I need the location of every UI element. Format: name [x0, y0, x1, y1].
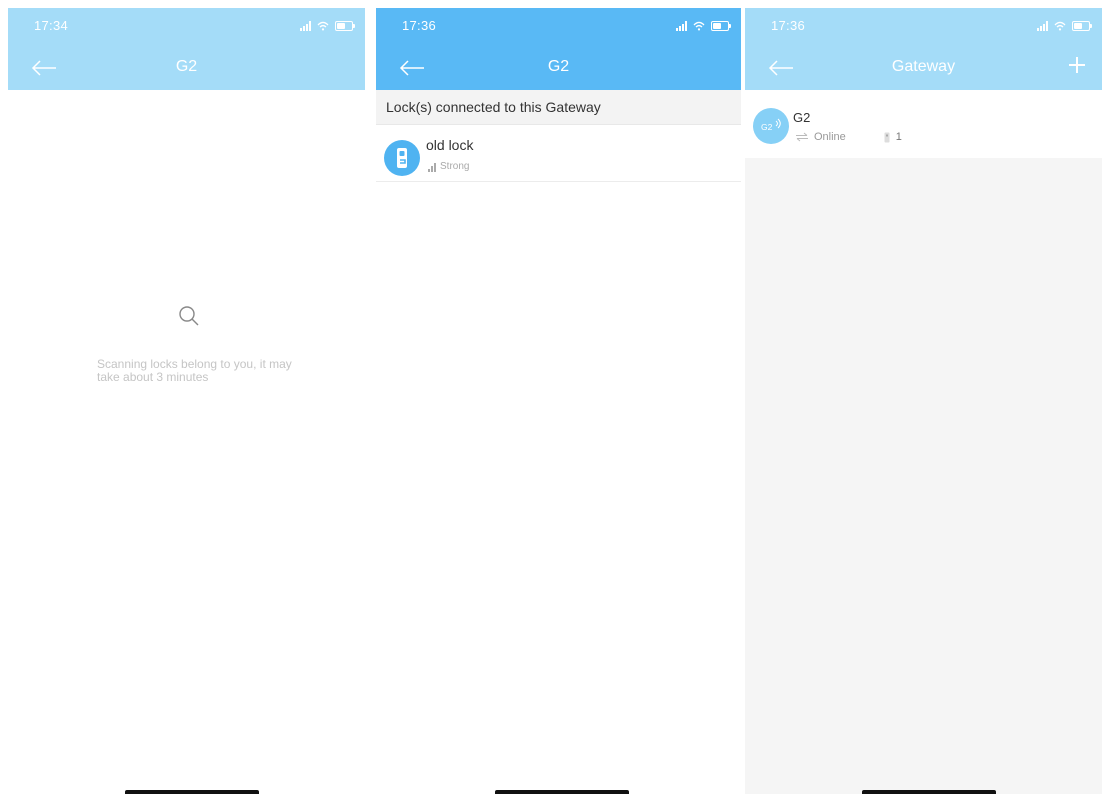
nav-bar: G2	[376, 44, 741, 90]
section-header: Lock(s) connected to this Gateway	[376, 90, 741, 125]
gateway-badge: G2	[761, 122, 773, 132]
screen-gateway-locks: 17:36 G2 Lock(s) connected to this Gatew…	[376, 8, 741, 794]
cell-signal-icon	[300, 21, 311, 31]
home-indicator	[495, 790, 629, 794]
status-time: 17:36	[771, 18, 806, 33]
lock-icon	[397, 148, 407, 168]
status-icons	[1037, 21, 1092, 31]
nav-bar: G2	[8, 44, 365, 90]
wifi-icon	[317, 21, 329, 31]
gateway-icon: G2	[753, 108, 789, 144]
plus-icon[interactable]	[1066, 54, 1088, 76]
signal-icon	[428, 163, 436, 172]
search-icon	[179, 306, 199, 326]
signal-strength: Strong	[440, 161, 470, 172]
status-time: 17:34	[34, 18, 69, 33]
gateway-meta: Online 1	[795, 131, 902, 143]
lock-name: old lock	[426, 137, 474, 153]
screen-gateway-list: 17:36 Gateway G2 G2 Online 1	[745, 8, 1102, 794]
lock-count-icon	[884, 132, 890, 142]
cell-signal-icon	[676, 21, 687, 31]
sync-icon	[796, 132, 808, 142]
battery-icon	[335, 21, 355, 31]
home-indicator	[125, 790, 259, 794]
lock-list-item[interactable]: old lock Strong	[376, 125, 741, 182]
nav-bar: Gateway	[745, 44, 1102, 90]
page-title: G2	[175, 58, 198, 75]
gateway-lock-count: 1	[895, 131, 902, 143]
page-title: Gateway	[891, 58, 956, 75]
status-bar: 17:36	[745, 8, 1102, 44]
status-bar: 17:36	[376, 8, 741, 44]
lock-avatar	[384, 140, 420, 176]
status-bar: 17:34	[8, 8, 365, 44]
status-icons	[676, 21, 731, 31]
status-time: 17:36	[402, 18, 437, 33]
cell-signal-icon	[1037, 21, 1048, 31]
gateway-list-item[interactable]: G2 G2 Online 1	[745, 90, 1102, 158]
wifi-icon	[1054, 21, 1066, 31]
wifi-icon	[693, 21, 705, 31]
gateway-name: G2	[793, 110, 811, 125]
battery-icon	[711, 21, 731, 31]
lock-signal: Strong	[428, 161, 469, 172]
scanning-message: Scanning locks belong to you, it may tak…	[97, 357, 292, 384]
status-icons	[300, 21, 355, 31]
gateway-status: Online	[814, 131, 846, 143]
battery-icon	[1072, 21, 1092, 31]
home-indicator	[862, 790, 996, 794]
screen-scanning: 17:34 G2 Scanning locks belong to you, i…	[8, 8, 365, 794]
page-title: G2	[547, 58, 570, 75]
